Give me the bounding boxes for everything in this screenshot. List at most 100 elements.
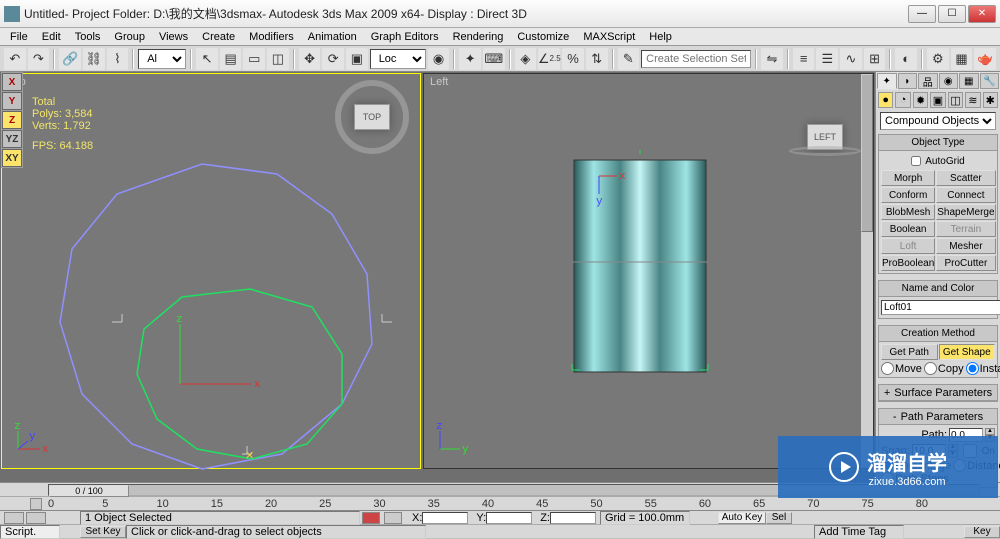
create-tab-icon[interactable]: ✦ bbox=[877, 73, 897, 89]
viewcube-left[interactable]: LEFT bbox=[807, 124, 843, 150]
snap-toggle-icon[interactable]: ◈ bbox=[515, 48, 537, 70]
minimize-button[interactable]: — bbox=[908, 5, 936, 23]
category-select[interactable]: Compound Objects bbox=[880, 112, 996, 130]
name-color-header[interactable]: Name and Color bbox=[879, 281, 997, 297]
loft-button[interactable]: Loft bbox=[881, 238, 935, 254]
maximize-button[interactable]: ☐ bbox=[938, 5, 966, 23]
blobmesh-button[interactable]: BlobMesh bbox=[881, 204, 935, 220]
copy-radio[interactable] bbox=[924, 362, 937, 375]
modify-tab-icon[interactable]: ◗ bbox=[898, 73, 918, 89]
window-crossing-icon[interactable]: ◫ bbox=[267, 48, 289, 70]
render-setup-icon[interactable]: ⚙ bbox=[927, 48, 949, 70]
spinner-snap-icon[interactable]: ⇅ bbox=[586, 48, 608, 70]
viewport-scrollbar[interactable] bbox=[861, 74, 873, 468]
named-selection-edit-icon[interactable]: ✎ bbox=[618, 48, 640, 70]
boolean-button[interactable]: Boolean bbox=[881, 221, 935, 237]
scale-icon[interactable]: ▣ bbox=[346, 48, 368, 70]
geometry-subtab-icon[interactable]: ● bbox=[878, 92, 893, 108]
menu-customize[interactable]: Customize bbox=[511, 30, 575, 44]
unlink-icon[interactable]: ⛓ bbox=[83, 48, 105, 70]
mesher-button[interactable]: Mesher bbox=[936, 238, 995, 254]
creation-method-header[interactable]: Creation Method bbox=[879, 326, 997, 342]
axis-xy-button[interactable]: XY bbox=[2, 149, 22, 167]
time-slider-thumb[interactable]: 0 / 100 bbox=[49, 485, 129, 497]
menu-help[interactable]: Help bbox=[643, 30, 678, 44]
axis-z-button[interactable]: Z bbox=[2, 111, 22, 129]
object-type-header[interactable]: Object Type bbox=[879, 135, 997, 151]
trackbar-toggle-icon[interactable] bbox=[30, 498, 42, 510]
utilities-tab-icon[interactable]: 🔧 bbox=[980, 73, 1000, 89]
render-icon[interactable]: 🫖 bbox=[974, 48, 996, 70]
instance-radio[interactable] bbox=[966, 362, 979, 375]
menu-animation[interactable]: Animation bbox=[302, 30, 363, 44]
mirror-icon[interactable]: ⇋ bbox=[761, 48, 783, 70]
redo-icon[interactable]: ↷ bbox=[28, 48, 50, 70]
curve-editor-icon[interactable]: ∿ bbox=[840, 48, 862, 70]
material-editor-icon[interactable]: ◐ bbox=[895, 48, 917, 70]
lock-selection-icon[interactable] bbox=[4, 512, 24, 524]
hierarchy-tab-icon[interactable]: 品 bbox=[918, 73, 938, 89]
render-frame-icon[interactable]: ▦ bbox=[951, 48, 973, 70]
surface-params-header[interactable]: +Surface Parameters bbox=[879, 385, 997, 401]
get-path-button[interactable]: Get Path bbox=[881, 344, 938, 360]
select-icon[interactable]: ↖ bbox=[196, 48, 218, 70]
script-listener[interactable]: Script. bbox=[0, 525, 60, 539]
autokey-button[interactable]: Auto Key bbox=[718, 512, 766, 524]
selection-filter-select[interactable]: All bbox=[138, 49, 186, 69]
menu-grapheditors[interactable]: Graph Editors bbox=[365, 30, 445, 44]
move-icon[interactable]: ✥ bbox=[299, 48, 321, 70]
connect-button[interactable]: Connect bbox=[936, 187, 995, 203]
expand-trackbar-icon[interactable] bbox=[26, 512, 46, 524]
sel-button[interactable]: Sel bbox=[766, 512, 792, 524]
pivot-center-icon[interactable]: ◉ bbox=[428, 48, 450, 70]
motion-tab-icon[interactable]: ◉ bbox=[939, 73, 959, 89]
ref-coord-select[interactable]: Local bbox=[370, 49, 426, 69]
axis-x-button[interactable]: X bbox=[2, 73, 22, 91]
viewcube-top[interactable]: TOP bbox=[354, 104, 390, 130]
viewport-top[interactable]: Top Total Polys: 3,584 Verts: 1,792 FPS:… bbox=[1, 73, 421, 469]
keyfilters-button[interactable]: Key bbox=[964, 526, 1000, 538]
layers-icon[interactable]: ☰ bbox=[816, 48, 838, 70]
angle-snap-icon[interactable]: ∠2.5 bbox=[538, 48, 560, 70]
shapes-subtab-icon[interactable]: ◔ bbox=[895, 92, 910, 108]
select-region-rect-icon[interactable]: ▭ bbox=[243, 48, 265, 70]
undo-icon[interactable]: ↶ bbox=[4, 48, 26, 70]
viewport-left[interactable]: Left LEFT bbox=[423, 73, 874, 469]
x-coord-input[interactable] bbox=[422, 512, 468, 524]
move-radio[interactable] bbox=[881, 362, 894, 375]
menu-tools[interactable]: Tools bbox=[69, 30, 107, 44]
object-name-input[interactable] bbox=[881, 300, 1000, 315]
get-shape-button[interactable]: Get Shape bbox=[939, 344, 996, 360]
axis-yz-button[interactable]: YZ bbox=[2, 130, 22, 148]
conform-button[interactable]: Conform bbox=[881, 187, 935, 203]
lights-subtab-icon[interactable]: ✹ bbox=[913, 92, 928, 108]
selection-lock-icon[interactable] bbox=[362, 512, 380, 524]
systems-subtab-icon[interactable]: ✱ bbox=[983, 92, 998, 108]
link-icon[interactable]: 🔗 bbox=[59, 48, 81, 70]
helpers-subtab-icon[interactable]: ◫ bbox=[948, 92, 963, 108]
terrain-button[interactable]: Terrain bbox=[936, 221, 995, 237]
menu-edit[interactable]: Edit bbox=[36, 30, 67, 44]
bind-spacewarp-icon[interactable]: ⌇ bbox=[107, 48, 129, 70]
menu-create[interactable]: Create bbox=[196, 30, 241, 44]
named-selection-input[interactable] bbox=[641, 50, 751, 68]
path-params-header[interactable]: -Path Parameters bbox=[879, 409, 997, 425]
manipulate-icon[interactable]: ✦ bbox=[459, 48, 481, 70]
absolute-relative-icon[interactable] bbox=[384, 512, 402, 524]
keyboard-shortcut-icon[interactable]: ⌨ bbox=[483, 48, 505, 70]
axis-y-button[interactable]: Y bbox=[2, 92, 22, 110]
setkey-button[interactable]: Set Key bbox=[80, 526, 126, 538]
percent-snap-icon[interactable]: % bbox=[562, 48, 584, 70]
select-by-name-icon[interactable]: ▤ bbox=[220, 48, 242, 70]
shapemerge-button[interactable]: ShapeMerge bbox=[936, 204, 995, 220]
scatter-button[interactable]: Scatter bbox=[936, 170, 995, 186]
menu-maxscript[interactable]: MAXScript bbox=[577, 30, 641, 44]
menu-file[interactable]: File bbox=[4, 30, 34, 44]
procutter-button[interactable]: ProCutter bbox=[936, 255, 995, 271]
schematic-view-icon[interactable]: ⊞ bbox=[864, 48, 886, 70]
rotate-icon[interactable]: ⟳ bbox=[322, 48, 344, 70]
proboolean-button[interactable]: ProBoolean bbox=[881, 255, 935, 271]
display-tab-icon[interactable]: ▦ bbox=[959, 73, 979, 89]
align-icon[interactable]: ≡ bbox=[793, 48, 815, 70]
autogrid-checkbox[interactable] bbox=[911, 156, 921, 166]
